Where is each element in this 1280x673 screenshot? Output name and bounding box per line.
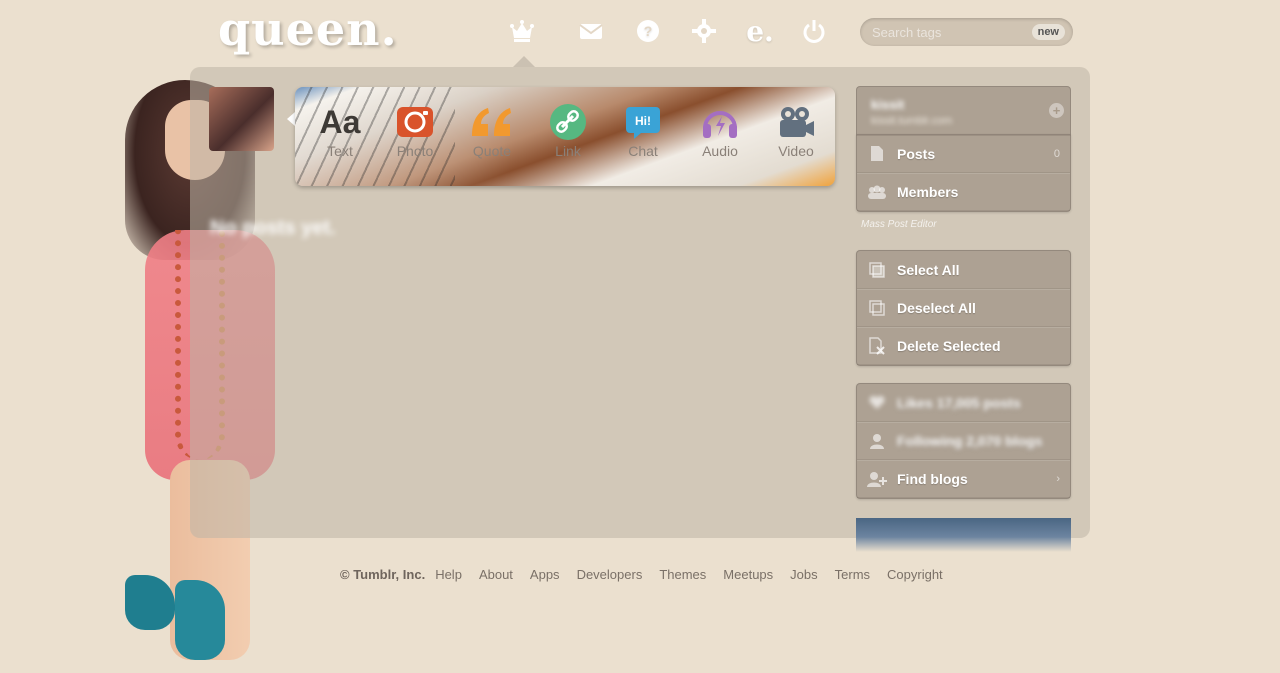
- person-icon: [857, 433, 897, 449]
- footer-link-meetups[interactable]: Meetups: [723, 567, 773, 585]
- avatar[interactable]: [209, 87, 274, 151]
- quote-icon: [457, 103, 527, 141]
- post-type-photo[interactable]: Photo: [380, 103, 450, 159]
- mass-edit-menu: Select All Deselect All Delete Selected: [856, 250, 1071, 366]
- crown-icon[interactable]: [508, 18, 536, 46]
- footer: © Tumblr, Inc. Help About Apps Developer…: [340, 567, 960, 585]
- svg-text:Hi!: Hi!: [635, 114, 651, 128]
- video-camera-icon: [761, 103, 831, 141]
- find-blogs-arrow: ›: [1056, 473, 1060, 485]
- post-type-label: Photo: [396, 143, 434, 159]
- blog-url: kissit.tumblr.com: [871, 115, 953, 127]
- blog-switch-plus-icon[interactable]: +: [1049, 103, 1064, 118]
- search-bar[interactable]: new: [860, 18, 1073, 46]
- document-icon: [857, 145, 897, 162]
- sidebar-item-following[interactable]: Following 2,070 blogs: [857, 422, 1070, 460]
- link-icon: [533, 103, 603, 141]
- blog-header[interactable]: kissit kissit.tumblr.com +: [856, 86, 1071, 136]
- post-type-video[interactable]: Video: [761, 103, 831, 159]
- post-type-label: Link: [555, 143, 581, 159]
- delete-selected-icon: [857, 337, 897, 355]
- mass-post-editor-label: Mass Post Editor: [861, 219, 937, 230]
- blog-name: kissit: [871, 97, 905, 112]
- deselect-all-button[interactable]: Deselect All: [857, 289, 1070, 327]
- blog-logo[interactable]: queen.: [218, 2, 398, 56]
- sidebar-item-members[interactable]: Members: [857, 173, 1070, 211]
- footer-link-themes[interactable]: Themes: [659, 567, 706, 585]
- help-icon[interactable]: ?: [634, 18, 662, 46]
- search-input[interactable]: [872, 22, 1022, 42]
- sidebar-banner[interactable]: [856, 518, 1071, 552]
- svg-text:?: ?: [644, 23, 653, 39]
- mail-icon[interactable]: [577, 18, 605, 46]
- post-type-label: Video: [778, 143, 814, 159]
- chat-icon: Hi!: [608, 103, 678, 141]
- text-aa-icon: Aa: [319, 103, 361, 140]
- footer-link-terms[interactable]: Terms: [835, 567, 870, 585]
- post-type-text[interactable]: Aa Text: [305, 103, 375, 160]
- members-icon: [857, 185, 897, 199]
- post-type-quote[interactable]: Quote: [457, 103, 527, 159]
- headphones-icon: [685, 103, 755, 141]
- sidebar-item-label: Find blogs: [897, 471, 968, 487]
- empty-posts-message: No posts yet.: [210, 217, 336, 239]
- deselect-all-icon: [857, 300, 897, 316]
- footer-link-jobs[interactable]: Jobs: [790, 567, 817, 585]
- sidebar-item-posts[interactable]: Posts 0: [857, 135, 1070, 173]
- sidebar-item-label: Members: [897, 184, 959, 200]
- sidebar-item-label: Posts: [897, 145, 936, 162]
- new-badge: new: [1031, 24, 1065, 40]
- sidebar-item-label: Select All: [897, 261, 960, 278]
- footer-link-apps[interactable]: Apps: [530, 567, 560, 585]
- nav-pointer: [513, 56, 535, 67]
- camera-icon: [380, 103, 450, 141]
- post-type-label: Audio: [702, 143, 738, 159]
- post-type-label: Quote: [472, 143, 512, 159]
- sidebar-item-label: Delete Selected: [897, 338, 1001, 354]
- footer-copyright: © Tumblr, Inc.: [340, 567, 426, 582]
- sidebar-item-label: Following 2,070 blogs: [897, 433, 1043, 449]
- sidebar-item-label: Deselect All: [897, 300, 976, 316]
- delete-selected-button[interactable]: Delete Selected: [857, 327, 1070, 365]
- gear-icon[interactable]: [690, 18, 718, 46]
- footer-link-copyright[interactable]: Copyright: [887, 567, 943, 585]
- footer-link-developers[interactable]: Developers: [577, 567, 643, 585]
- blog-menu: Posts 0 Members: [856, 134, 1071, 212]
- heart-icon: [857, 395, 897, 410]
- posts-count: 0: [1053, 147, 1060, 160]
- post-type-label: Text: [327, 143, 353, 159]
- sidebar-item-find-blogs[interactable]: Find blogs ›: [857, 460, 1070, 498]
- select-all-button[interactable]: Select All: [857, 251, 1070, 289]
- power-icon[interactable]: [800, 18, 828, 46]
- footer-link-about[interactable]: About: [479, 567, 513, 585]
- post-type-label: Chat: [628, 143, 658, 159]
- post-type-link[interactable]: Link: [533, 103, 603, 159]
- post-type-chat[interactable]: Hi! Chat: [608, 103, 678, 159]
- avatar-arrow: [287, 112, 295, 126]
- post-type-bar: Aa Text Photo Quote Link Hi! Chat Audio: [295, 87, 835, 186]
- footer-link-help[interactable]: Help: [435, 567, 462, 585]
- sidebar-item-likes[interactable]: Likes 17,005 posts: [857, 384, 1070, 422]
- add-person-icon: [857, 471, 897, 487]
- post-type-audio[interactable]: Audio: [685, 103, 755, 159]
- sidebar-item-label: Likes 17,005 posts: [897, 394, 1021, 411]
- account-menu: Likes 17,005 posts Following 2,070 blogs…: [856, 383, 1071, 499]
- select-all-icon: [857, 261, 897, 278]
- explore-e-icon[interactable]: e.: [746, 18, 774, 46]
